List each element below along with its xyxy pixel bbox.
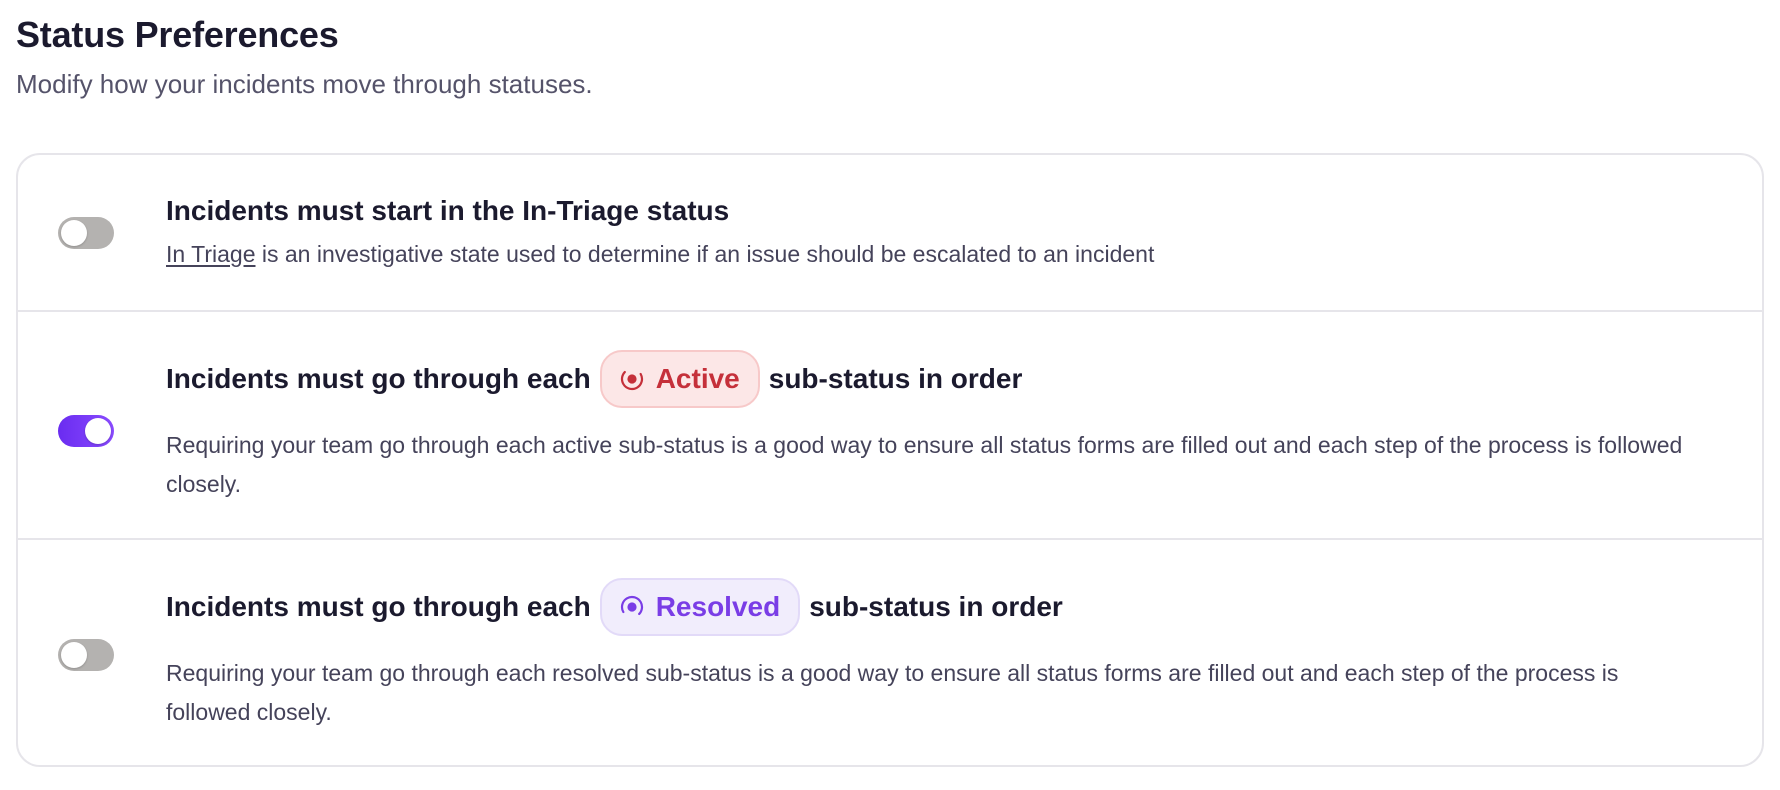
preference-title: Incidents must go through each Active su… [166,350,1702,408]
preference-title-suffix: sub-status in order [768,363,1023,394]
in-triage-toggle[interactable] [58,217,114,249]
preference-description: Requiring your team go through each acti… [166,432,1683,497]
toggle-knob [61,642,87,668]
in-triage-link[interactable]: In Triage [166,241,256,267]
status-preferences-page: Status Preferences Modify how your incid… [0,0,1780,790]
resolved-order-toggle[interactable] [58,639,114,671]
resolved-badge-label: Resolved [655,591,781,622]
active-badge-label: Active [655,363,740,394]
preference-description-text: is an investigative state used to determ… [255,241,1155,267]
active-status-icon [620,367,643,391]
preference-row-active-order: Incidents must go through each Active su… [18,312,1762,540]
toggle-knob [85,418,111,444]
preference-content: Incidents must go through each Active su… [166,350,1702,504]
preference-content: Incidents must start in the In-Triage st… [166,193,1702,274]
preference-title-suffix: sub-status in order [809,591,1063,622]
preference-title: Incidents must start in the In-Triage st… [166,195,730,226]
active-status-badge: Active [599,350,760,408]
preference-description: In Triage is an investigative state used… [166,235,1702,274]
preference-content: Incidents must go through each Resolved … [166,578,1702,732]
active-order-toggle[interactable] [58,415,114,447]
page-title: Status Preferences [16,14,339,55]
preferences-card: Incidents must start in the In-Triage st… [16,153,1764,767]
toggle-knob [61,220,87,246]
preference-title-prefix: Incidents must go through each [166,591,591,622]
preference-title: Incidents must go through each Resolved … [166,578,1702,636]
page-subtitle: Modify how your incidents move through s… [16,69,593,99]
preference-title-prefix: Incidents must go through each [166,363,591,394]
preference-row-resolved-order: Incidents must go through each Resolved … [18,540,1762,765]
preference-row-in-triage: Incidents must start in the In-Triage st… [18,155,1762,312]
resolved-status-icon [620,595,643,619]
preference-description: Requiring your team go through each reso… [166,660,1619,725]
resolved-status-badge: Resolved [599,578,801,636]
